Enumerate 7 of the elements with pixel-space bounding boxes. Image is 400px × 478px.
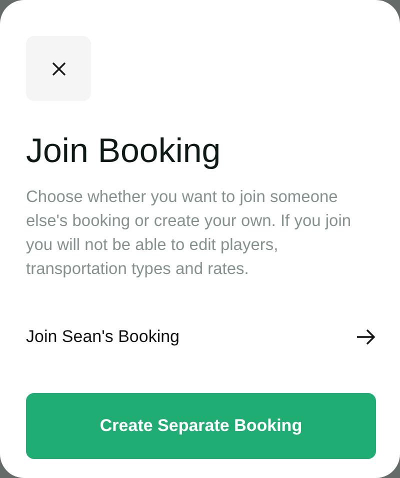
option-label: Join Sean's Booking [26, 327, 180, 347]
join-booking-option[interactable]: Join Sean's Booking [26, 327, 376, 347]
dialog-title: Join Booking [26, 131, 222, 171]
close-button[interactable] [26, 36, 91, 101]
arrow-right-icon [356, 329, 376, 345]
close-icon [52, 62, 66, 76]
dialog-description: Choose whether you want to join someone else's booking or create your own. If you join you will not be able to edit players, transportation types and rates. [26, 187, 352, 280]
